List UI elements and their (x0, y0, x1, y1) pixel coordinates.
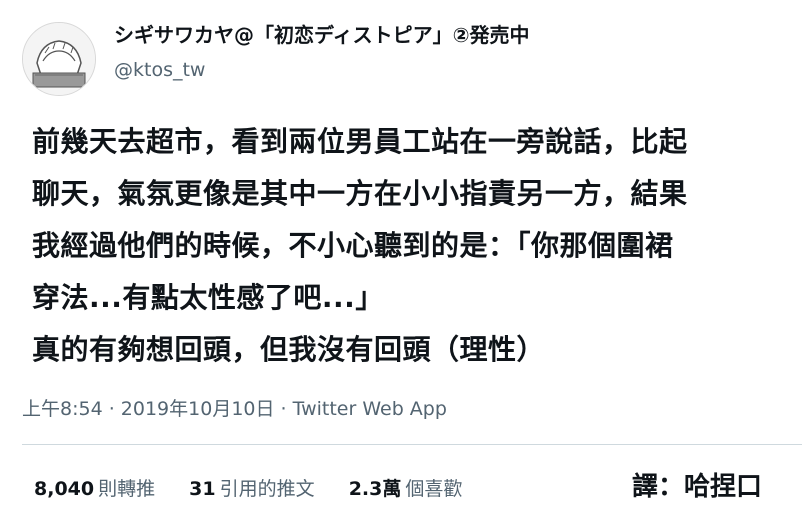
author-handle[interactable]: @ktos_tw (114, 58, 530, 82)
quotes-label: 引用的推文 (219, 478, 315, 500)
retweets-label: 則轉推 (98, 478, 156, 500)
retweets-stat[interactable]: 8,040 則轉推 (34, 478, 155, 500)
author-display-name[interactable]: シギサワカヤ@「初恋ディストピア」②発売中 (114, 22, 530, 48)
quotes-stat[interactable]: 31 引用的推文 (189, 478, 314, 500)
tweet-line: 前幾天去超市，看到兩位男員工站在一旁說話，比起 (32, 125, 688, 158)
tweet-line: 聊天，氣氛更像是其中一方在小小指責另一方，結果 (32, 177, 688, 210)
tweet-line: 我經過他們的時候，不小心聽到的是：「你那個圍裙 (32, 229, 674, 262)
quotes-count: 31 (189, 478, 216, 500)
avatar[interactable] (22, 22, 96, 96)
likes-label: 個喜歡 (405, 478, 463, 500)
likes-count: 2.3萬 (348, 478, 402, 500)
translator-credit: 譯：哈捏口 (631, 472, 762, 502)
tweet-body: 前幾天去超市，看到兩位男員工站在一旁說話，比起 聊天，氣氛更像是其中一方在小小指… (32, 116, 792, 376)
tweet-card: シギサワカヤ@「初恋ディストピア」②発売中 @ktos_tw 前幾天去超市，看到… (0, 0, 802, 526)
author-block: シギサワカヤ@「初恋ディストピア」②発売中 @ktos_tw (114, 22, 530, 82)
avatar-illustration-icon (23, 23, 95, 95)
tweet-line: 穿法...有點太性感了吧...」 (32, 281, 384, 314)
tweet-line: 真的有夠想回頭，但我沒有回頭（理性） (32, 333, 546, 366)
likes-stat[interactable]: 2.3萬 個喜歡 (349, 478, 463, 500)
retweets-count: 8,040 (34, 478, 95, 500)
tweet-stats: 8,040 則轉推 31 引用的推文 2.3萬 個喜歡 (34, 474, 490, 501)
tweet-timestamp[interactable]: 上午8:54 · 2019年10月10日 · Twitter Web App (22, 394, 447, 421)
divider (22, 444, 802, 445)
